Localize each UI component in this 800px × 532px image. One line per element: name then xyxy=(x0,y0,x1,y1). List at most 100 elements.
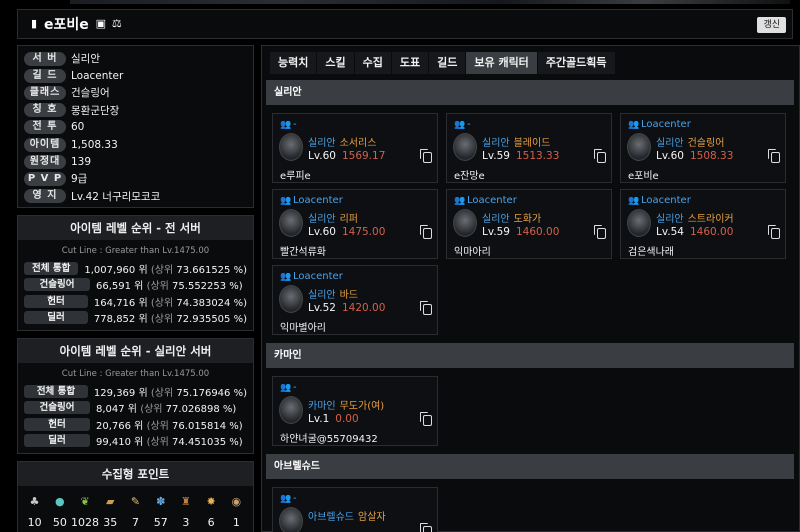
rank-percent: 73.661525 %) xyxy=(176,264,247,276)
users-icon: 👥 xyxy=(280,494,292,504)
character-card[interactable]: 👥 - 실리안 소서리스 Lv.60 1569.17 e루피e xyxy=(272,113,438,183)
copy-icon[interactable] xyxy=(420,225,432,239)
character-server: 실리안 도화가 xyxy=(482,210,541,225)
world-tree-leaf-icon: ✽ xyxy=(156,495,166,508)
rank-percent: 72.935505 %) xyxy=(176,314,247,326)
character-card[interactable]: 👥 - 아브렐슈드 암살자 xyxy=(272,487,438,532)
info-row: 전 투 60 xyxy=(24,119,247,136)
rank-category: 전체 통합 xyxy=(24,261,79,275)
info-key: 칭 호 xyxy=(24,103,66,118)
level: Lv.60 xyxy=(656,150,684,162)
character-card[interactable]: 👥 Loacenter 실리안 스트라이커 Lv.54 1460.00 검은색나래 xyxy=(620,189,786,259)
character-level: Lv.60 1475.00 xyxy=(308,226,385,238)
copy-icon[interactable] xyxy=(768,149,780,163)
rank-value: 66,591 위 (상위 75.552253 %) xyxy=(96,277,243,292)
giant-heart-icon: ❦ xyxy=(80,495,90,508)
voyage-icon: ✎ xyxy=(130,495,141,508)
balance-scale-icon[interactable]: ⚖ xyxy=(111,18,123,30)
collect-count: 6 xyxy=(207,516,215,529)
tab-주간골드획득[interactable]: 주간골드획득 xyxy=(537,52,615,74)
level: Lv.59 xyxy=(482,226,510,238)
server-name: 실리안 xyxy=(656,214,684,225)
rank-value: 8,047 위 (상위 77.026898 %) xyxy=(96,400,236,415)
character-card[interactable]: 👥 Loacenter 실리안 도화가 Lv.59 1460.00 익마아리 xyxy=(446,189,612,259)
character-info-box: 서 버 실리안 길 드 Loacenter 클래스 건슬링어 칭 호 몽환군단장 전 투 60 아이… xyxy=(17,45,254,208)
character-server: 아브렐슈드 암살자 xyxy=(308,508,386,523)
rank-percent: 77.026898 %) xyxy=(165,404,237,416)
item-level: 1420.00 xyxy=(341,302,386,314)
character-level: Lv.54 1460.00 xyxy=(656,226,733,238)
avatar xyxy=(627,133,651,161)
rank-number: 20,766 위 xyxy=(96,420,147,432)
level: Lv.52 xyxy=(308,302,336,314)
tab-보유 캐릭터[interactable]: 보유 캐릭터 xyxy=(466,52,537,74)
collect-item[interactable]: ● 50 xyxy=(48,494,72,529)
item-level: 1508.33 xyxy=(689,150,734,162)
collect-item[interactable]: ❦ 1028 xyxy=(71,494,100,529)
character-card[interactable]: 👥 Loacenter 실리안 바드 Lv.52 1420.00 익마별아리 xyxy=(272,265,438,335)
bookmark-icon[interactable]: ▮ xyxy=(28,18,40,30)
guild-name: - xyxy=(293,382,297,393)
level: Lv.60 xyxy=(308,226,336,238)
collect-item[interactable]: ◉ 1 xyxy=(224,494,248,529)
character-class: 리퍼 xyxy=(339,214,359,225)
collect-item[interactable]: ♣ 10 xyxy=(23,494,47,529)
copy-icon[interactable] xyxy=(420,149,432,163)
server-name: 실리안 xyxy=(482,214,510,225)
info-key: P V P xyxy=(24,171,66,186)
rank-value: 20,766 위 (상위 76.015814 %) xyxy=(96,417,243,432)
tab-길드[interactable]: 길드 xyxy=(429,52,466,74)
rank-percent: 75.552253 %) xyxy=(172,281,243,293)
copy-icon[interactable] xyxy=(594,225,606,239)
guild-label: 👥 Loacenter xyxy=(280,271,343,282)
copy-icon[interactable] xyxy=(420,301,432,315)
tab-능력치[interactable]: 능력치 xyxy=(270,52,317,74)
character-class: 블레이드 xyxy=(513,138,551,149)
id-card-icon[interactable]: ▣ xyxy=(95,18,107,30)
character-class: 건슬링어 xyxy=(687,138,725,149)
collect-count: 10 xyxy=(27,516,42,529)
character-class: 바드 xyxy=(339,290,359,301)
character-name: e루피e xyxy=(280,171,311,182)
rank-category: 헌터 xyxy=(24,294,88,308)
rank-percent: 74.451035 %) xyxy=(172,437,243,449)
copy-icon[interactable] xyxy=(420,523,432,532)
copy-icon[interactable] xyxy=(420,412,432,426)
collect-item[interactable]: ✽ 57 xyxy=(149,494,173,529)
island-heart-icon: ● xyxy=(55,495,65,508)
character-card[interactable]: 👥 Loacenter 실리안 건슬링어 Lv.60 1508.33 e포비e xyxy=(620,113,786,183)
avatar xyxy=(279,133,303,161)
users-icon: 👥 xyxy=(454,120,466,130)
collect-item[interactable]: ✸ 6 xyxy=(199,494,223,529)
avatar xyxy=(279,285,303,313)
tab-스킬[interactable]: 스킬 xyxy=(317,52,354,74)
character-server: 실리안 리퍼 xyxy=(308,210,358,225)
collect-count: 1028 xyxy=(71,516,100,529)
character-class: 암살자 xyxy=(358,512,386,523)
info-value: 9급 xyxy=(71,173,88,186)
server-name: 카마인 xyxy=(308,401,336,412)
collect-item[interactable]: ♜ 3 xyxy=(174,494,198,529)
copy-icon[interactable] xyxy=(594,149,606,163)
guild-name: - xyxy=(293,493,297,504)
rank-category: 건슬링어 xyxy=(24,278,90,292)
character-level: Lv.59 1513.33 xyxy=(482,150,559,162)
rank-percent: 76.015814 %) xyxy=(172,420,243,432)
info-row: 길 드 Loacenter xyxy=(24,67,247,84)
character-card[interactable]: 👥 Loacenter 실리안 리퍼 Lv.60 1475.00 빨간석류화 xyxy=(272,189,438,259)
character-card[interactable]: 👥 - 카마인 무도가(여) Lv.1 0.00 하얀녀굴@55709432 xyxy=(272,376,438,446)
rank-sub: (상위 xyxy=(150,387,177,399)
tab-수집[interactable]: 수집 xyxy=(354,52,391,74)
character-card[interactable]: 👥 - 실리안 블레이드 Lv.59 1513.33 e잔망e xyxy=(446,113,612,183)
tab-도표[interactable]: 도표 xyxy=(391,52,429,74)
rank-number: 8,047 위 xyxy=(96,404,141,416)
rank-row: 건슬링어 8,047 위 (상위 77.026898 %) xyxy=(18,400,253,417)
guild-name: Loacenter xyxy=(467,195,517,206)
info-value: 139 xyxy=(71,155,92,168)
collect-item[interactable]: ✎ 7 xyxy=(123,494,147,529)
refresh-button[interactable]: 갱신 xyxy=(757,17,786,33)
collect-item[interactable]: ▰ 35 xyxy=(98,494,122,529)
rank-sub: (상위 xyxy=(150,264,177,276)
collect-count: 50 xyxy=(52,516,67,529)
copy-icon[interactable] xyxy=(768,225,780,239)
